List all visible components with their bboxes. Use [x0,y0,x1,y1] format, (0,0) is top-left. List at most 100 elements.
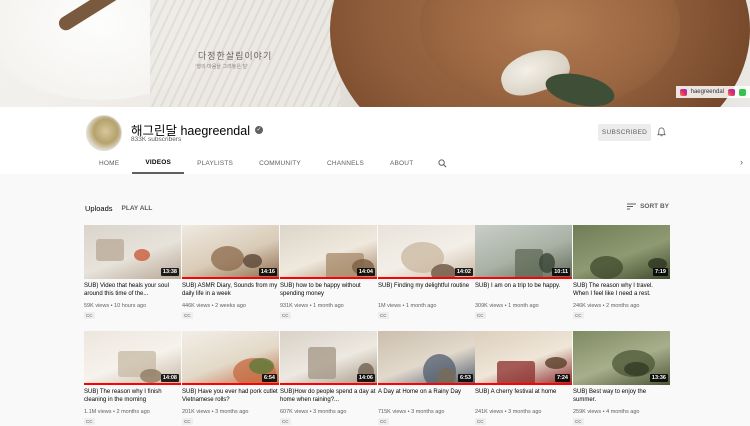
video-title[interactable]: SUB) ASMR Diary, Sounds from my daily li… [182,283,279,298]
video-meta: 259K views • 4 months ago [573,409,640,415]
cc-badge: CC [475,418,486,425]
video-thumbnail[interactable]: 14:06 [280,331,377,385]
watched-progress-bar [378,383,475,385]
watched-progress-bar [280,277,377,279]
video-duration: 6:53 [457,374,473,382]
video-title[interactable]: SUB) how to be happy without spending mo… [280,283,377,298]
video-duration: 14:08 [160,374,179,382]
video-meta: 715K views • 3 months ago [378,409,445,415]
sort-icon [627,203,637,210]
watched-progress-bar [475,277,572,279]
cc-badge: CC [378,312,389,319]
video-card[interactable]: 10:11 SUB) I am on a trip to be happy. 309… [475,225,572,320]
tab-home[interactable]: HOME [86,152,132,174]
thumbnail-object [96,239,124,261]
video-card[interactable]: 7:19 SUB) The reason why I travel. When I… [573,225,670,320]
video-meta: 1M views • 1 month ago [378,303,437,309]
video-title[interactable]: SUB) I am on a trip to be happy. [475,283,572,291]
video-thumbnail[interactable]: 6:54 [182,331,279,385]
cc-badge: CC [182,418,193,425]
video-title[interactable]: SUB) The reason why I travel. When I fee… [573,283,670,298]
video-duration: 13:36 [649,374,668,382]
video-card[interactable]: 6:53 A Day at Home on a Rainy Day 715K vie… [378,331,475,426]
video-card[interactable]: 14:06 SUB)How do people spend a day at ho… [280,331,377,426]
video-card[interactable]: 6:54 SUB) Have you ever had pork cutlet V… [182,331,279,426]
video-card[interactable]: 7:24 SUB) A cherry festival at home 241K v… [475,331,572,426]
tab-channels[interactable]: CHANNELS [314,152,377,174]
watched-progress-bar [182,383,279,385]
search-icon[interactable] [438,158,447,168]
sort-button[interactable]: SORT BY [627,203,669,210]
channel-tabs: HOME VIDEOS PLAYLISTS COMMUNITY CHANNELS… [86,152,459,174]
tab-videos[interactable]: VIDEOS [132,152,185,174]
video-duration: 14:02 [454,268,473,276]
tab-about[interactable]: ABOUT [377,152,426,174]
video-duration: 7:24 [554,374,570,382]
thumbnail-accent [545,357,567,369]
video-title[interactable]: SUB) Finding my delightful routine [378,283,475,291]
tab-playlists[interactable]: PLAYLISTS [184,152,246,174]
video-thumbnail[interactable]: 10:11 [475,225,572,279]
video-title[interactable]: SUB) Have you ever had pork cutlet Vietn… [182,389,279,404]
video-thumbnail[interactable]: 14:02 [378,225,475,279]
cc-badge: CC [378,418,389,425]
instagram-icon[interactable] [679,88,687,96]
channel-search[interactable] [426,152,459,174]
video-meta: 309K views • 1 month ago [475,303,539,309]
video-title[interactable]: SUB) A cherry festival at home [475,389,572,397]
thumbnail-accent [140,369,162,383]
video-card[interactable]: 14:08 SUB) The reason why I finish cleani… [84,331,181,426]
video-card[interactable]: 13:36 SUB) Best way to enjoy the summer. 2… [573,331,670,426]
video-thumbnail[interactable]: 14:08 [84,331,181,385]
video-thumbnail[interactable]: 14:04 [280,225,377,279]
channel-avatar[interactable] [86,115,122,151]
video-card[interactable]: 14:02 SUB) Finding my delightful routine 1… [378,225,475,320]
thumbnail-object [590,256,623,279]
bell-icon[interactable] [657,127,666,137]
video-duration: 14:16 [258,268,277,276]
banner-link-label[interactable]: haegreendal [691,89,724,95]
video-title[interactable]: SUB)How do people spend a day at home wh… [280,389,377,404]
tab-community[interactable]: COMMUNITY [246,152,314,174]
video-title[interactable]: SUB) The reason why I finish cleaning in… [84,389,181,404]
video-thumbnail[interactable]: 7:24 [475,331,572,385]
video-thumbnail[interactable]: 13:36 [573,331,670,385]
video-thumbnail[interactable]: 6:53 [378,331,475,385]
cc-badge: CC [280,312,291,319]
sort-label: SORT BY [640,203,669,210]
video-meta: 59K views • 10 hours ago [84,303,147,309]
video-thumbnail[interactable]: 14:16 [182,225,279,279]
chevron-right-icon[interactable]: › [740,157,743,167]
subscribe-button[interactable]: SUBSCRIBED [598,124,651,141]
video-duration: 13:38 [160,268,179,276]
thumbnail-accent [249,358,274,374]
play-all-button[interactable]: PLAY ALL [122,205,153,212]
thumbnail-accent [243,254,262,268]
banner-title: 다정한살림이야기 [198,52,273,62]
thumbnail-object [497,361,535,385]
channel-header: 해그린달 haegreendal ✓ 833K subscribers SUBS… [0,107,750,174]
thumbnail-object [308,347,336,379]
video-duration: 6:54 [261,374,277,382]
video-thumbnail[interactable]: 13:38 [84,225,181,279]
video-title[interactable]: A Day at Home on a Rainy Day [378,389,475,397]
instagram-icon[interactable] [728,88,735,96]
subscriber-count: 833K subscribers [131,136,182,143]
video-meta: 201K views • 3 months ago [182,409,249,415]
video-duration: 14:06 [356,374,375,382]
video-title[interactable]: SUB) Video that heals your soul around t… [84,283,181,298]
video-meta: 1.1M views • 2 months ago [84,409,150,415]
video-card[interactable]: 14:04 SUB) how to be happy without spendi… [280,225,377,320]
video-thumbnail[interactable]: 7:19 [573,225,670,279]
video-meta: 446K views • 2 weeks ago [182,303,246,309]
watched-progress-bar [378,277,475,279]
verified-icon: ✓ [254,125,263,134]
watched-progress-bar [182,277,279,279]
video-meta: 246K views • 2 months ago [573,303,640,309]
video-card[interactable]: 14:16 SUB) ASMR Diary, Sounds from my dai… [182,225,279,320]
video-title[interactable]: SUB) Best way to enjoy the summer. [573,389,670,404]
blog-icon[interactable] [739,88,746,96]
video-card[interactable]: 13:38 SUB) Video that heals your soul aro… [84,225,181,320]
banner-links[interactable]: haegreendal [675,86,750,98]
uploads-title[interactable]: Uploads [85,204,113,213]
